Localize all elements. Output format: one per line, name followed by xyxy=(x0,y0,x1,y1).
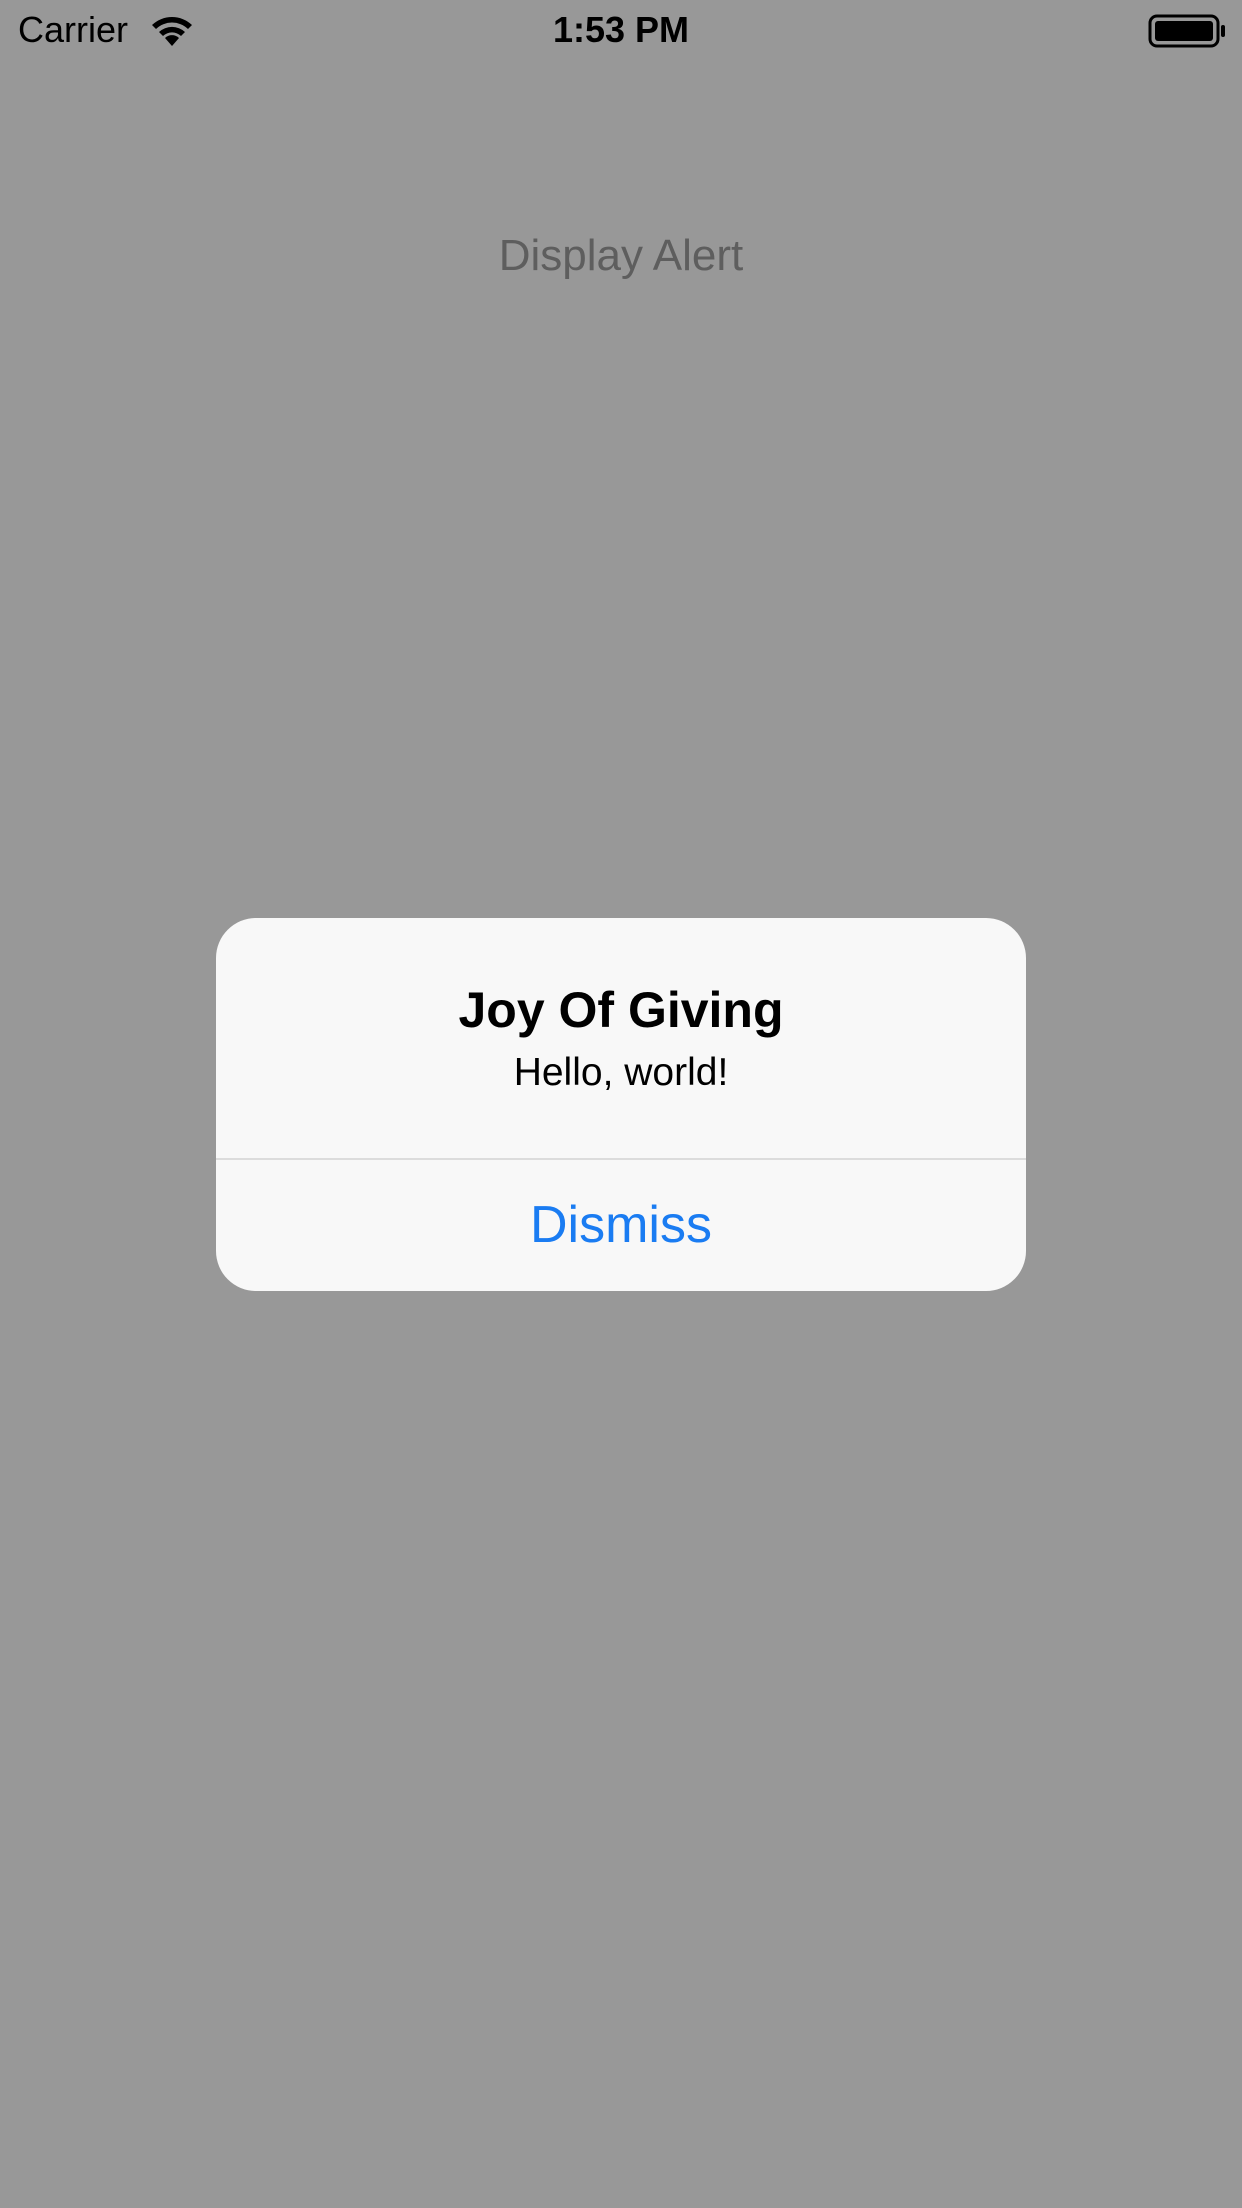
display-alert-button[interactable]: Display Alert xyxy=(0,224,1242,288)
alert-message: Hello, world! xyxy=(513,1051,729,1094)
alert-dialog: Joy Of Giving Hello, world! Dismiss xyxy=(216,918,1026,1291)
status-bar: Carrier 1:53 PM xyxy=(0,0,1242,60)
status-time: 1:53 PM xyxy=(552,9,690,50)
dismiss-button[interactable]: Dismiss xyxy=(216,1160,1026,1291)
alert-title: Joy Of Giving xyxy=(458,982,784,1038)
battery-icon xyxy=(1148,14,1225,48)
